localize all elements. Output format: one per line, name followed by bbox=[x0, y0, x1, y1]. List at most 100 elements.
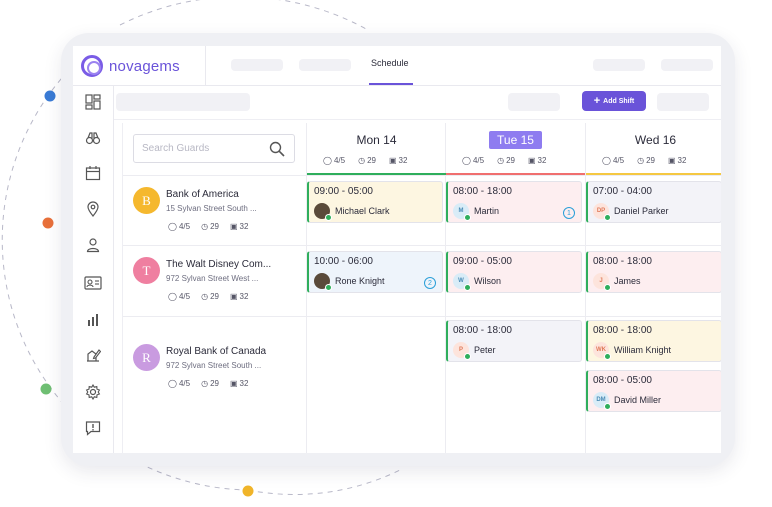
user-icon: ◯ bbox=[168, 379, 177, 388]
toolbar-placeholder-mid[interactable] bbox=[508, 93, 560, 111]
shift-card[interactable]: 08:00 - 05:00 DM David Miller bbox=[586, 370, 721, 412]
shift-time: 10:00 - 06:00 bbox=[314, 256, 373, 267]
green-dot bbox=[40, 383, 52, 395]
binoculars-icon[interactable] bbox=[83, 128, 103, 148]
online-indicator bbox=[604, 403, 611, 410]
brand-name: novagems bbox=[109, 58, 180, 75]
toolbar-placeholder-left[interactable] bbox=[116, 93, 250, 111]
calendar-icon: ▣ bbox=[667, 156, 676, 165]
nav-placeholder-4[interactable] bbox=[661, 59, 713, 71]
guards-count: 4/5 bbox=[472, 156, 485, 165]
guard-name: Rone Knight bbox=[335, 276, 385, 286]
site-row-bank-of-america[interactable]: B Bank of America 15 Sylvan Street South… bbox=[133, 187, 303, 247]
clock-icon: ◷ bbox=[201, 222, 209, 231]
online-indicator bbox=[604, 214, 611, 221]
clock-icon: ◷ bbox=[497, 156, 505, 165]
shift-card[interactable]: 08:00 - 18:00 J James bbox=[586, 251, 721, 293]
location-pin-icon[interactable] bbox=[83, 199, 103, 219]
edit-report-icon[interactable] bbox=[83, 345, 103, 365]
day-status-bar bbox=[446, 173, 585, 175]
guard-avatar: J bbox=[593, 273, 611, 291]
calendar-icon[interactable] bbox=[83, 163, 103, 183]
shift-card[interactable]: 08:00 - 18:00 WK William Knight bbox=[586, 320, 721, 362]
calendar-icon: ▣ bbox=[229, 222, 238, 231]
user-icon: ◯ bbox=[168, 292, 177, 301]
day-label-today: Tue 15 bbox=[446, 131, 585, 149]
nav-placeholder-2[interactable] bbox=[299, 59, 351, 71]
calendar-icon: ▣ bbox=[229, 292, 238, 301]
site-row-royal-bank[interactable]: R Royal Bank of Canada 972 Sylvan Street… bbox=[133, 344, 303, 404]
notification-badge[interactable]: 1 bbox=[563, 207, 575, 219]
id-card-icon[interactable] bbox=[83, 273, 103, 293]
shift-card[interactable]: 09:00 - 05:00 Michael Clark bbox=[307, 181, 443, 223]
guard-avatar: DM bbox=[593, 392, 611, 410]
user-icon: ◯ bbox=[323, 156, 332, 165]
day-header-tue[interactable]: Tue 15 ◯ 4/5 ◷ 29 ▣ 32 bbox=[446, 123, 585, 175]
guard-name: Peter bbox=[474, 345, 496, 355]
search-guards[interactable] bbox=[133, 134, 295, 163]
plus-icon: + bbox=[593, 94, 601, 107]
guard-avatar: P bbox=[453, 342, 471, 360]
guard-avatar bbox=[314, 273, 332, 291]
add-shift-label: Add Shift bbox=[603, 97, 635, 105]
site-avatar: B bbox=[133, 187, 160, 214]
calendar-icon: ▣ bbox=[388, 156, 397, 165]
shift-card[interactable]: 09:00 - 05:00 W Wilson bbox=[446, 251, 582, 293]
day-stats: ◯ 4/5 ◷ 29 ▣ 32 bbox=[462, 156, 546, 165]
shift-time: 07:00 - 04:00 bbox=[593, 186, 652, 197]
shift-card[interactable]: 10:00 - 06:00 Rone Knight 2 bbox=[307, 251, 443, 293]
site-row-walt-disney[interactable]: T The Walt Disney Com... 972 Sylvan Stre… bbox=[133, 257, 303, 317]
site-name: Royal Bank of Canada bbox=[166, 346, 267, 357]
site-name: The Walt Disney Com... bbox=[166, 259, 272, 270]
day-status-bar bbox=[307, 173, 446, 175]
add-shift-button[interactable]: + Add Shift bbox=[582, 91, 646, 111]
search-input[interactable] bbox=[142, 143, 262, 154]
guard-avatar bbox=[314, 203, 332, 221]
shift-time: 08:00 - 18:00 bbox=[453, 325, 512, 336]
hours-count: 29 bbox=[646, 156, 655, 165]
shift-card[interactable]: 08:00 - 18:00 M Martin 1 bbox=[446, 181, 582, 223]
brand[interactable]: novagems bbox=[73, 46, 206, 86]
tab-schedule[interactable]: Schedule bbox=[371, 58, 409, 68]
day-header-wed[interactable]: Wed 16 ◯ 4/5 ◷ 29 ▣ 32 bbox=[586, 123, 721, 175]
guard-avatar: DP bbox=[593, 203, 611, 221]
nav-placeholder-3[interactable] bbox=[593, 59, 645, 71]
clock-icon: ◷ bbox=[358, 156, 366, 165]
shifts-count: 32 bbox=[677, 156, 687, 165]
shift-card[interactable]: 07:00 - 04:00 DP Daniel Parker bbox=[586, 181, 721, 223]
day-header-mon[interactable]: Mon 14 ◯ 4/5 ◷ 29 ▣ 32 bbox=[307, 123, 446, 175]
guard-name: Martin bbox=[474, 206, 500, 216]
calendar-icon: ▣ bbox=[229, 379, 238, 388]
toolbar-placeholder-right[interactable] bbox=[657, 93, 709, 111]
shift-time: 08:00 - 05:00 bbox=[593, 375, 652, 386]
bar-chart-icon[interactable] bbox=[83, 310, 103, 330]
logo-icon bbox=[81, 55, 103, 77]
shift-card[interactable]: 08:00 - 18:00 P Peter bbox=[446, 320, 582, 362]
notification-badge[interactable]: 2 bbox=[424, 277, 436, 289]
guards-count: 4/5 bbox=[333, 156, 346, 165]
search-icon[interactable] bbox=[269, 141, 285, 162]
user-icon[interactable] bbox=[83, 235, 103, 255]
nav-placeholder-1[interactable] bbox=[231, 59, 283, 71]
day-status-bar bbox=[586, 173, 721, 175]
shift-time: 08:00 - 18:00 bbox=[593, 325, 652, 336]
shift-time: 08:00 - 18:00 bbox=[453, 186, 512, 197]
shifts-count: 32 bbox=[398, 156, 408, 165]
settings-gear-icon[interactable] bbox=[83, 382, 103, 402]
site-name: Bank of America bbox=[166, 189, 239, 200]
feedback-icon[interactable] bbox=[83, 418, 103, 438]
day-stats: ◯ 4/5 ◷ 29 ▣ 32 bbox=[602, 156, 686, 165]
online-indicator bbox=[604, 284, 611, 291]
top-nav: Schedule bbox=[206, 46, 721, 86]
guard-name: David Miller bbox=[614, 395, 662, 405]
clock-icon: ◷ bbox=[201, 292, 209, 301]
calendar-icon: ▣ bbox=[527, 156, 536, 165]
orange-dot bbox=[42, 217, 54, 229]
shift-time: 09:00 - 05:00 bbox=[453, 256, 512, 267]
day-stats: ◯ 4/5 ◷ 29 ▣ 32 bbox=[323, 156, 407, 165]
day-label: Mon 14 bbox=[356, 133, 397, 147]
dashboard-icon[interactable] bbox=[83, 92, 103, 112]
site-address: 972 Sylvan Street West ... bbox=[166, 274, 259, 283]
user-icon: ◯ bbox=[462, 156, 471, 165]
guards-count: 4/5 bbox=[612, 156, 625, 165]
